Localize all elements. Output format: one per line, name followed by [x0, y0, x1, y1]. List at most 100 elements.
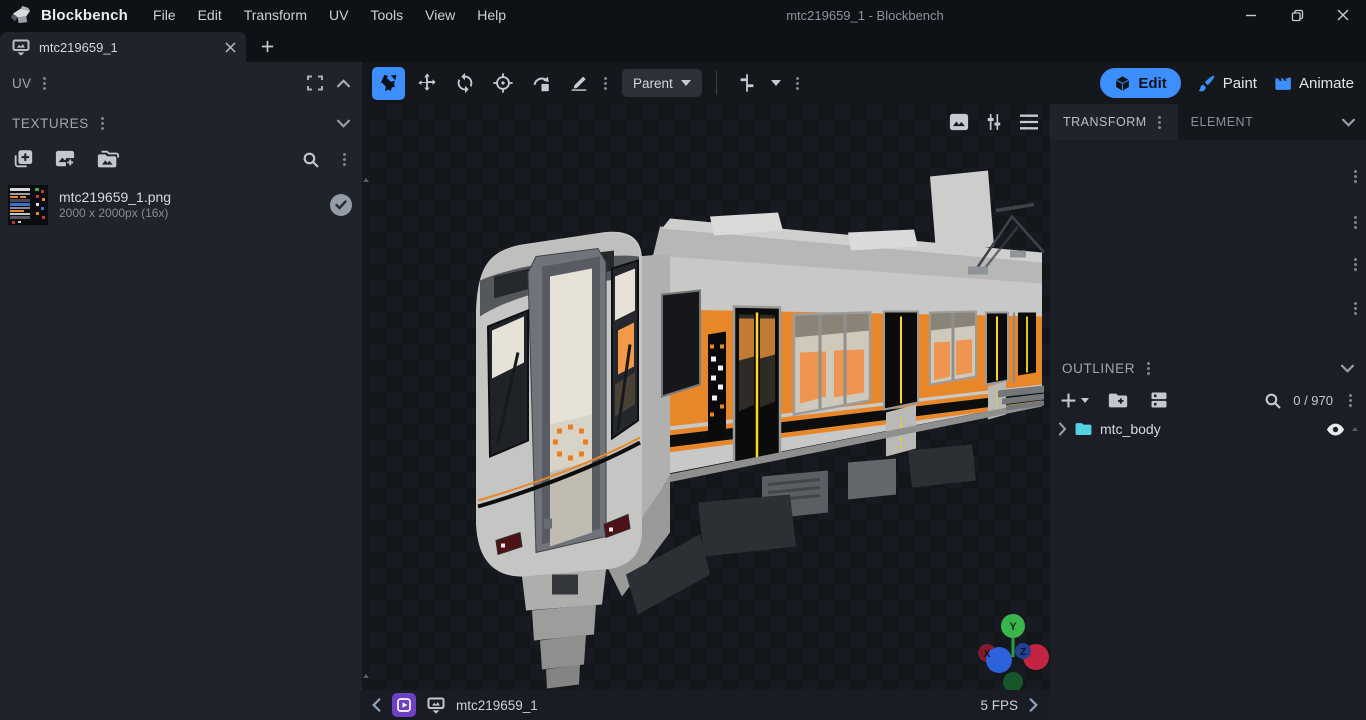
uv-panel-menu-icon[interactable] [39, 75, 50, 92]
train-model[interactable] [370, 104, 1050, 690]
close-window-button[interactable] [1320, 0, 1366, 30]
mode-paint-button[interactable]: Paint [1197, 74, 1257, 93]
add-element-button[interactable] [1060, 392, 1089, 409]
restore-button[interactable] [1274, 0, 1320, 30]
pencil-tool-button[interactable] [562, 67, 595, 100]
mode-paint-label: Paint [1223, 75, 1257, 92]
format-icon[interactable] [392, 693, 416, 717]
gizmo-y-label: Y [1009, 621, 1017, 633]
scroll-up-arrow[interactable] [363, 178, 369, 182]
row-handle-menu-icon[interactable] [1350, 256, 1361, 273]
minimize-button[interactable] [1228, 0, 1274, 30]
mode-edit-label: Edit [1138, 75, 1166, 92]
expand-chevron-right-icon[interactable] [1058, 422, 1067, 435]
snap-dropdown-caret-icon[interactable] [771, 80, 781, 86]
tab-transform-label: TRANSFORM [1063, 115, 1147, 129]
close-tab-icon[interactable] [225, 42, 236, 53]
mode-animate-label: Animate [1299, 75, 1354, 92]
titlebar: Blockbench File Edit Transform UV Tools … [0, 0, 1366, 30]
project-monitor-icon [427, 697, 445, 714]
menu-icon[interactable] [1018, 113, 1040, 131]
group-folder-icon[interactable] [1074, 421, 1093, 437]
gizmo-tool-button[interactable] [372, 67, 405, 100]
mode-animate-button[interactable]: Animate [1273, 74, 1354, 93]
status-project-name: mtc219659_1 [456, 698, 538, 713]
rotate-snap-tool-button[interactable] [524, 67, 557, 100]
menu-edit[interactable]: Edit [187, 3, 233, 27]
menu-tools[interactable]: Tools [359, 3, 414, 27]
move-tool-button[interactable] [410, 67, 443, 100]
row-handle-menu-icon[interactable] [1350, 214, 1361, 231]
texture-list-item[interactable]: mtc219659_1.png 2000 x 2000px (16x) [0, 182, 362, 228]
mode-edit-button[interactable]: Edit [1100, 68, 1180, 98]
project-tab-label: mtc219659_1 [39, 40, 216, 55]
row-handle-menu-icon[interactable] [1350, 168, 1361, 185]
outliner-scroll-arrow[interactable] [1352, 427, 1358, 431]
gizmo-x-label: X [984, 649, 991, 660]
outliner-toolbar: 0 / 970 [1050, 384, 1366, 416]
pivot-context-dropdown[interactable]: Parent [622, 69, 702, 97]
group-name: mtc_body [1100, 421, 1161, 437]
textures-toolbar-menu-icon[interactable] [339, 151, 350, 168]
tab-element[interactable]: ELEMENT [1178, 104, 1267, 140]
menu-help[interactable]: Help [466, 3, 517, 27]
menu-transform[interactable]: Transform [233, 3, 318, 27]
outliner-group-row[interactable]: mtc_body [1050, 416, 1366, 442]
blockbench-logo-icon [10, 5, 33, 25]
textures-collapse-chevron-down-icon[interactable] [337, 119, 350, 128]
chevron-left-icon[interactable] [372, 698, 381, 712]
textures-panel-title: TEXTURES [12, 116, 89, 131]
transform-tab-menu-icon[interactable] [1154, 114, 1165, 131]
texture-folder-icon[interactable] [96, 149, 120, 170]
scroll-up-arrow-bottom[interactable] [363, 674, 369, 678]
viewport-toolbar [948, 112, 1040, 132]
chevron-right-icon[interactable] [1029, 698, 1038, 712]
textures-panel-menu-icon[interactable] [97, 115, 108, 132]
outliner-menu-icon[interactable] [1143, 360, 1154, 377]
chevron-down-icon [681, 80, 691, 86]
texture-name: mtc219659_1.png [59, 189, 171, 206]
search-icon[interactable] [1264, 392, 1281, 409]
outliner-title: OUTLINER [1062, 361, 1135, 376]
textures-panel: TEXTURES [0, 104, 362, 720]
outliner-selection-count: 0 / 970 [1293, 393, 1333, 408]
search-icon[interactable] [302, 151, 319, 168]
menu-file[interactable]: File [142, 3, 187, 27]
movie-icon [1273, 74, 1292, 93]
texture-selected-check-icon[interactable] [330, 194, 352, 216]
toolbar-divider [716, 71, 717, 95]
tab-transform[interactable]: TRANSFORM [1050, 104, 1178, 140]
new-tab-button[interactable] [254, 34, 280, 58]
toggle-options-icon[interactable] [1149, 390, 1169, 410]
toolbar-menu-icon[interactable] [600, 75, 611, 92]
toolbar-row: UV [0, 62, 1366, 104]
collapse-panel-chevron-up-icon[interactable] [337, 79, 350, 88]
main-toolbar: Parent [372, 62, 803, 104]
status-bar: mtc219659_1 5 FPS [360, 690, 1050, 720]
add-group-icon[interactable] [1107, 391, 1129, 410]
snap-settings-button[interactable] [731, 67, 764, 100]
sliders-icon[interactable] [984, 112, 1004, 132]
add-texture-icon[interactable] [12, 148, 34, 170]
import-image-icon[interactable] [54, 149, 76, 169]
visibility-eye-icon[interactable] [1326, 422, 1345, 437]
rotate-tool-button[interactable] [448, 67, 481, 100]
menu-view[interactable]: View [414, 3, 466, 27]
row-handle-menu-icon[interactable] [1350, 300, 1361, 317]
outliner-header: OUTLINER [1050, 352, 1366, 384]
project-monitor-icon [12, 39, 30, 56]
outliner-collapse-chevron-down-icon[interactable] [1341, 364, 1354, 373]
window-title: mtc219659_1 - Blockbench [700, 0, 1030, 30]
tab-element-label: ELEMENT [1191, 115, 1254, 129]
background-image-icon[interactable] [948, 112, 970, 132]
expand-panel-icon[interactable] [307, 75, 323, 91]
outliner-toolbar-menu-icon[interactable] [1345, 392, 1356, 409]
viewport-3d[interactable]: Y X Z [370, 104, 1050, 690]
texture-resolution: 2000 x 2000px (16x) [59, 206, 171, 221]
snap-menu-icon[interactable] [792, 75, 803, 92]
project-tab[interactable]: mtc219659_1 [0, 32, 246, 62]
pivot-tool-button[interactable] [486, 67, 519, 100]
menu-uv[interactable]: UV [318, 3, 359, 27]
uv-panel-title: UV [12, 76, 31, 91]
sidebar-collapse-chevron-down-icon[interactable] [1342, 104, 1366, 140]
